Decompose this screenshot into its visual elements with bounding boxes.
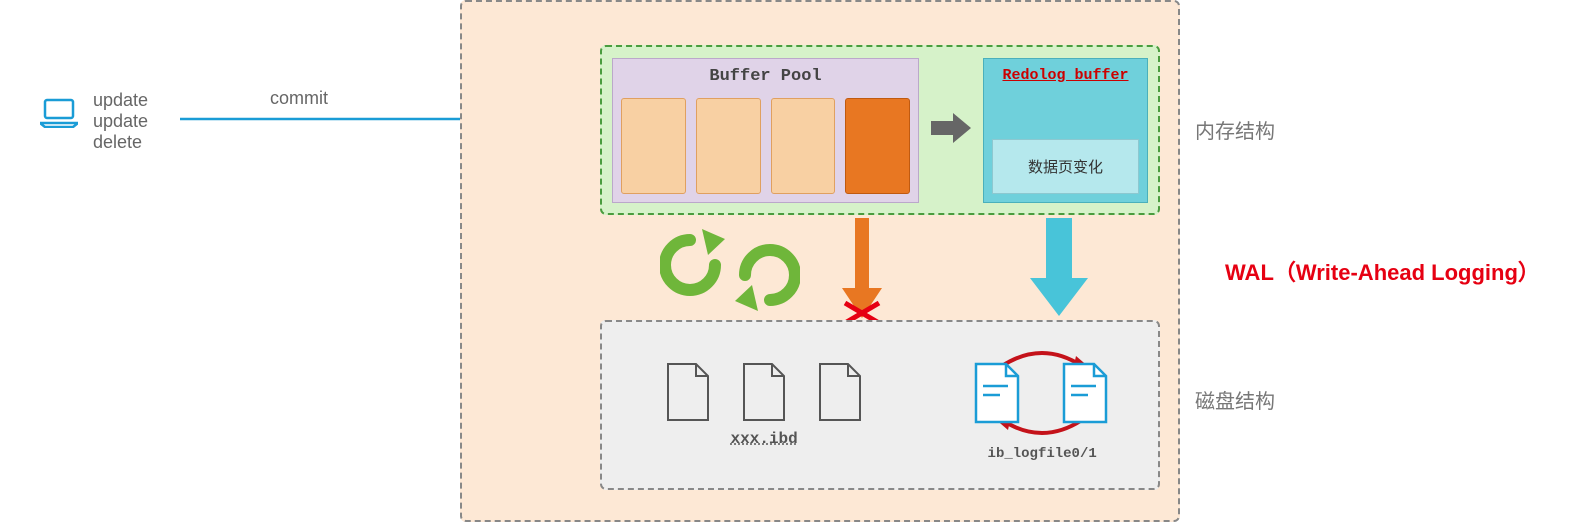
disk-label: 磁盘结构 xyxy=(1195,385,1275,414)
ibd-area: xxx.ibd xyxy=(602,322,926,488)
buffer-pool: Buffer Pool xyxy=(612,58,919,203)
memory-box: Buffer Pool Redolog buffer 数据页变化 xyxy=(600,45,1160,215)
wal-label: WAL（Write-Ahead Logging） xyxy=(1225,255,1540,287)
memory-label: 内存结构 xyxy=(1195,115,1275,144)
op-line: update xyxy=(93,111,148,132)
op-line: update xyxy=(93,90,148,111)
operations-list: update update delete xyxy=(93,90,148,153)
op-line: delete xyxy=(93,132,148,153)
redolog-title: Redolog buffer xyxy=(992,67,1139,84)
ibd-filename: xxx.ibd xyxy=(731,430,798,448)
file-icon xyxy=(740,362,788,422)
logfile-name: ib_logfile0/1 xyxy=(988,446,1097,462)
commit-label: commit xyxy=(270,88,328,109)
logfile-icon xyxy=(1060,362,1110,424)
buffer-pool-title: Buffer Pool xyxy=(621,67,910,86)
commit-arrow-icon xyxy=(180,112,470,126)
laptop-icon xyxy=(40,98,78,133)
data-page xyxy=(696,98,761,194)
client-block: update update delete xyxy=(40,90,148,153)
flush-arrow-icon xyxy=(842,218,882,323)
logfile-icon xyxy=(972,362,1022,424)
arrow-right-icon xyxy=(931,111,971,150)
page-change-box: 数据页变化 xyxy=(992,139,1139,194)
data-page xyxy=(621,98,686,194)
redolog-buffer: Redolog buffer 数据页变化 xyxy=(983,58,1148,203)
disk-box: xxx.ibd ib_logfile0/1 xyxy=(600,320,1160,490)
wal-flush-arrow-icon xyxy=(1030,218,1088,318)
buffer-pool-pages xyxy=(621,98,910,194)
file-icon xyxy=(664,362,712,422)
logfile-area: ib_logfile0/1 xyxy=(926,322,1158,488)
data-page-dirty xyxy=(845,98,910,194)
file-icon xyxy=(816,362,864,422)
data-page xyxy=(771,98,836,194)
recycle-arrows-icon xyxy=(660,225,800,315)
